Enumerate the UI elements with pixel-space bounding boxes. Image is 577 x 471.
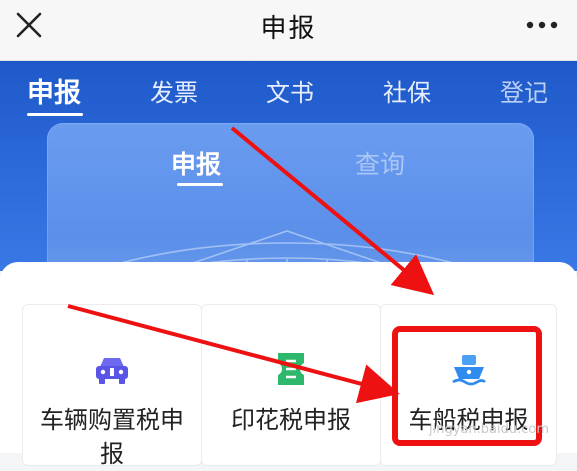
nav-tab-registration[interactable]: 登记	[500, 73, 548, 108]
service-vehicle-vessel-tax[interactable]: 车船税申报	[380, 304, 557, 466]
nav-active-indicator	[27, 113, 83, 116]
nav-tab-invoice[interactable]: 发票	[150, 73, 198, 108]
subtab-declare[interactable]: 申报	[171, 145, 221, 181]
nav-tab-declare[interactable]: 申报	[27, 71, 81, 110]
building-skyline-illustration	[90, 230, 484, 271]
service-stamp-tax[interactable]: 印花税申报	[201, 304, 381, 466]
ship-icon	[449, 349, 489, 389]
nav-header: 申报 发票 文书 社保 登记 申报 查询	[0, 61, 577, 271]
watermark: jingyan.baidu.com	[429, 422, 549, 437]
declare-query-card: 申报 查询	[47, 123, 534, 271]
service-label: 车辆购置税申报	[40, 406, 184, 468]
more-icon[interactable]	[525, 15, 559, 35]
nav-tab-social-security[interactable]: 社保	[383, 73, 431, 108]
service-label: 印花税申报	[231, 406, 351, 434]
page-title: 申报	[260, 14, 317, 44]
nav-tab-documents[interactable]: 文书	[266, 73, 314, 108]
subtab-query[interactable]: 查询	[355, 145, 405, 181]
ticket-icon	[271, 349, 311, 389]
title-bar: 申报	[0, 0, 577, 61]
car-icon	[92, 349, 132, 389]
subtab-active-indicator	[177, 183, 223, 186]
service-vehicle-purchase-tax[interactable]: 车辆购置税申报	[22, 304, 202, 468]
